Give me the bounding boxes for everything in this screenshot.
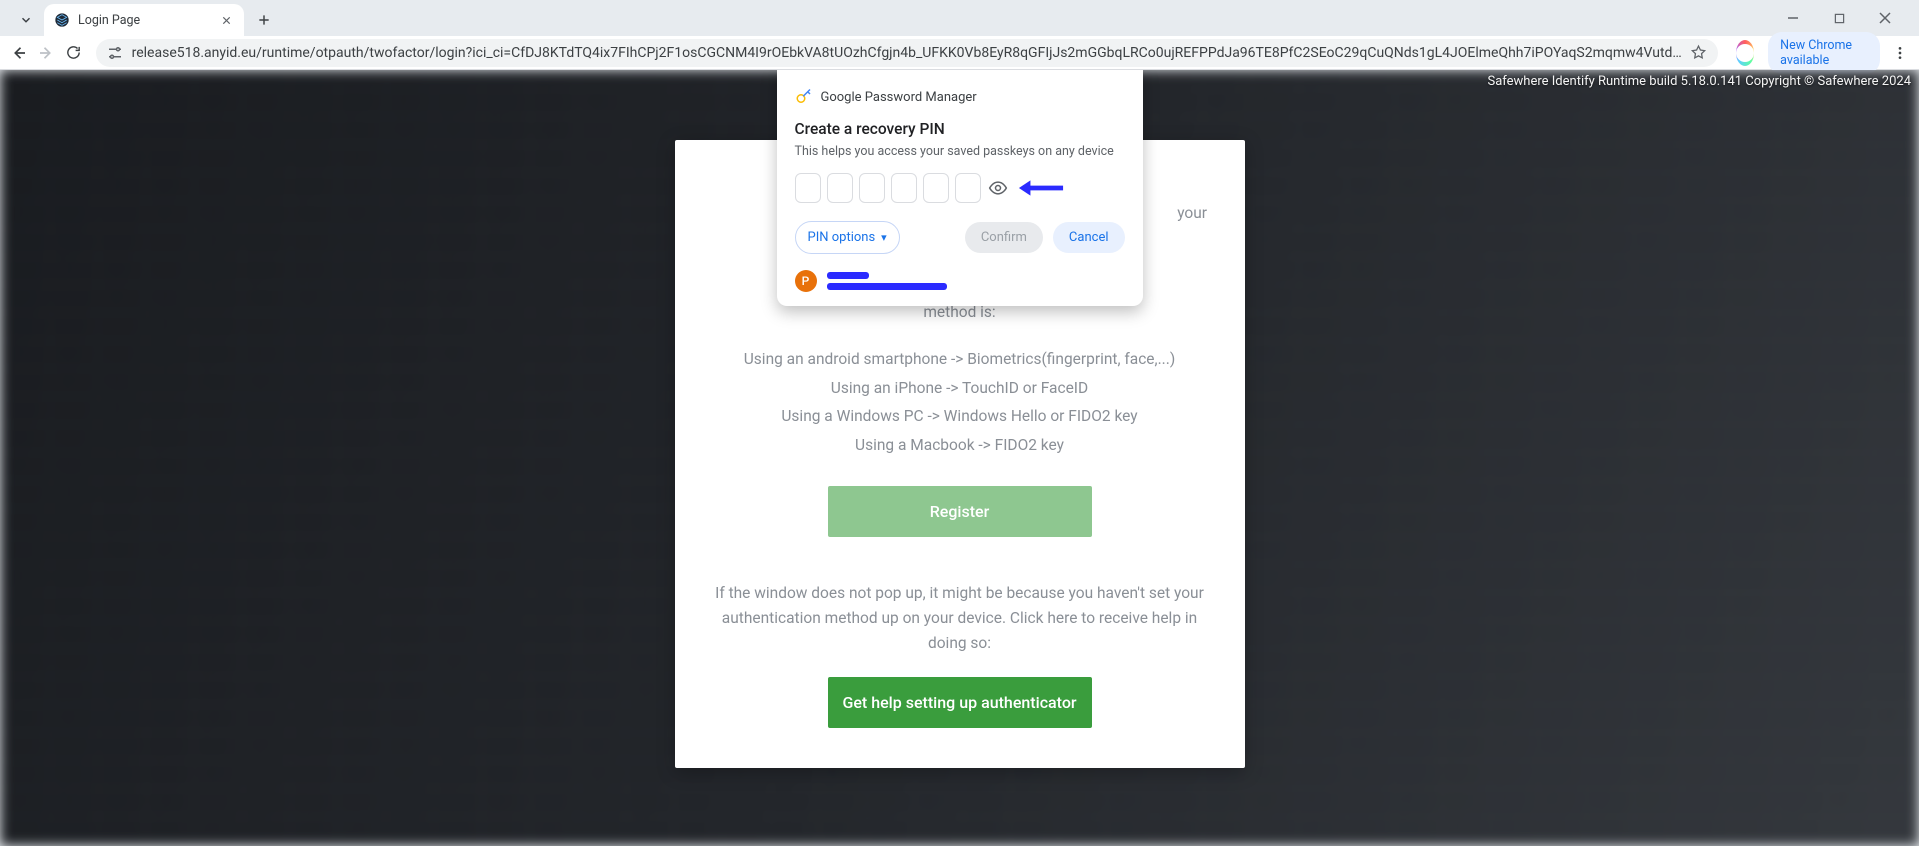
eye-icon bbox=[988, 178, 1008, 198]
browser-toolbar: release518.anyid.eu/runtime/otpauth/twof… bbox=[0, 36, 1919, 70]
password-manager-dialog: Google Password Manager Create a recover… bbox=[777, 70, 1143, 306]
more-vert-icon bbox=[1892, 45, 1908, 61]
page-viewport: Safewhere Identify Runtime build 5.18.0.… bbox=[0, 70, 1919, 846]
nav-reload-button[interactable] bbox=[62, 38, 83, 68]
confirm-button[interactable]: Confirm bbox=[965, 222, 1043, 253]
method-windows: Using a Windows PC -> Windows Hello or F… bbox=[709, 404, 1211, 429]
tune-icon bbox=[106, 44, 124, 62]
tab-favicon-icon bbox=[54, 12, 70, 28]
tab-close-button[interactable] bbox=[218, 12, 234, 28]
pin-digit-5[interactable] bbox=[923, 173, 949, 203]
method-android: Using an android smartphone -> Biometric… bbox=[709, 347, 1211, 372]
user-redacted bbox=[827, 272, 947, 290]
pin-digit-3[interactable] bbox=[859, 173, 885, 203]
chevron-down-icon bbox=[19, 13, 33, 27]
pin-digit-4[interactable] bbox=[891, 173, 917, 203]
browser-tab[interactable]: Login Page bbox=[44, 4, 244, 36]
chevron-down-icon: ▾ bbox=[881, 231, 887, 244]
pin-digit-1[interactable] bbox=[795, 173, 821, 203]
pin-input-row bbox=[795, 173, 1125, 203]
close-icon bbox=[221, 15, 232, 26]
pin-options-button[interactable]: PIN options ▾ bbox=[795, 221, 900, 254]
browser-menu-button[interactable] bbox=[1890, 38, 1911, 68]
update-chrome-pill[interactable]: New Chrome available bbox=[1768, 32, 1880, 74]
method-mac: Using a Macbook -> FIDO2 key bbox=[709, 433, 1211, 458]
maximize-icon bbox=[1834, 13, 1845, 24]
bookmark-button[interactable] bbox=[1690, 44, 1708, 62]
gpm-label: Google Password Manager bbox=[821, 90, 977, 105]
profile-avatar-icon bbox=[1736, 44, 1754, 62]
method-iphone: Using an iPhone -> TouchID or FaceID bbox=[709, 376, 1211, 401]
register-button[interactable]: Register bbox=[828, 486, 1092, 537]
nav-back-button[interactable] bbox=[8, 38, 29, 68]
help-text: If the window does not pop up, it might … bbox=[709, 581, 1211, 655]
annotation-arrow bbox=[1017, 177, 1065, 203]
site-info-button[interactable] bbox=[106, 44, 124, 62]
profile-button[interactable] bbox=[1736, 40, 1754, 66]
gpm-key-icon bbox=[795, 88, 813, 106]
build-banner: Safewhere Identify Runtime build 5.18.0.… bbox=[1487, 74, 1911, 89]
user-avatar: P bbox=[795, 270, 817, 292]
arrow-left-icon bbox=[10, 44, 28, 62]
nav-forward-button bbox=[35, 38, 56, 68]
reload-icon bbox=[65, 44, 82, 61]
minimize-icon bbox=[1787, 12, 1799, 24]
window-close-button[interactable] bbox=[1871, 4, 1899, 32]
url-text: release518.anyid.eu/runtime/otpauth/twof… bbox=[132, 45, 1682, 61]
close-icon bbox=[1879, 12, 1891, 24]
window-minimize-button[interactable] bbox=[1779, 4, 1807, 32]
browser-tab-strip: Login Page bbox=[0, 0, 1919, 36]
star-icon bbox=[1690, 44, 1707, 61]
gpm-title: Create a recovery PIN bbox=[795, 120, 1125, 138]
pin-digit-2[interactable] bbox=[827, 173, 853, 203]
new-tab-button[interactable] bbox=[250, 6, 278, 34]
window-maximize-button[interactable] bbox=[1825, 4, 1853, 32]
plus-icon bbox=[257, 13, 271, 27]
pin-options-label: PIN options bbox=[808, 230, 876, 245]
tab-search-dropdown[interactable] bbox=[14, 8, 38, 32]
arrow-right-icon bbox=[37, 44, 55, 62]
pin-digit-6[interactable] bbox=[955, 173, 981, 203]
address-bar[interactable]: release518.anyid.eu/runtime/otpauth/twof… bbox=[96, 39, 1718, 67]
gpm-subtitle: This helps you access your saved passkey… bbox=[795, 144, 1125, 159]
auth-methods-list: Using an android smartphone -> Biometric… bbox=[709, 347, 1211, 458]
gpm-user-row: P bbox=[795, 270, 1125, 292]
toggle-pin-visibility[interactable] bbox=[987, 177, 1009, 199]
tab-title: Login Page bbox=[78, 13, 210, 28]
cancel-button[interactable]: Cancel bbox=[1053, 222, 1125, 253]
help-button[interactable]: Get help setting up authenticator bbox=[828, 677, 1092, 728]
